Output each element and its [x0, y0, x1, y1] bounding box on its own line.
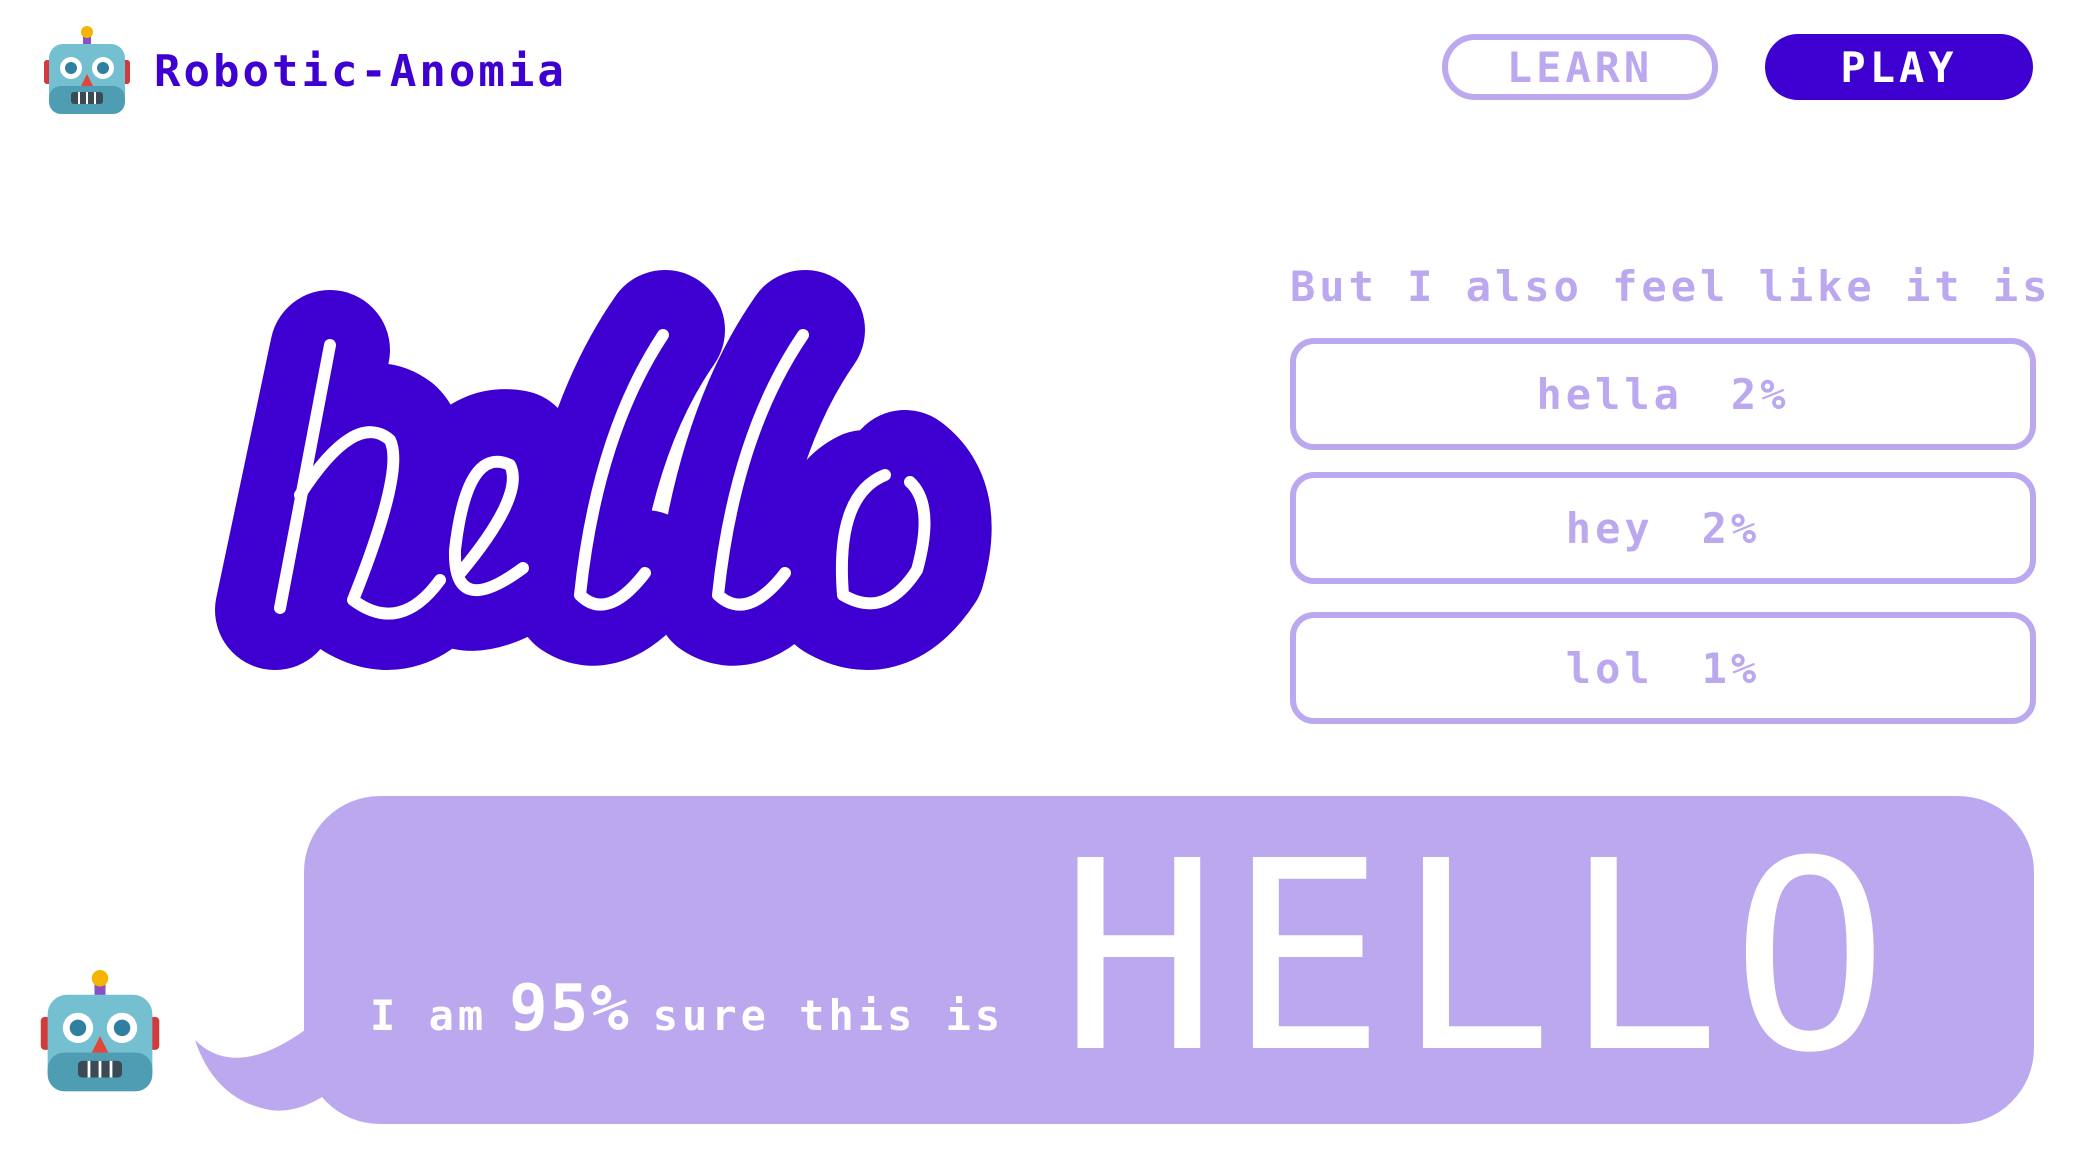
robot-icon	[40, 970, 160, 1092]
brand-title: Robotic-Anomia	[154, 45, 567, 97]
alternative-word: hella	[1536, 369, 1683, 419]
brand: Robotic-Anomia	[44, 26, 567, 116]
alternative-option-hey[interactable]: hey 2%	[1290, 472, 2036, 584]
prediction-sentence: I am 95% sure this is	[370, 972, 1004, 1046]
alternative-option-hella[interactable]: hella 2%	[1290, 338, 2036, 450]
alternatives-heading: But I also feel like it is	[1290, 262, 2052, 311]
robot-icon	[44, 26, 130, 114]
alternative-percent: 1%	[1701, 643, 1761, 693]
prediction-suffix: sure this is	[652, 991, 1005, 1040]
prediction-word: HELLO	[1060, 805, 1899, 1110]
prediction-percent: 95%	[509, 972, 631, 1046]
page: Robotic-Anomia LEARN PLAY But I also fee…	[0, 0, 2083, 1157]
alternative-percent: 2%	[1730, 369, 1790, 419]
handwriting-canvas[interactable]	[205, 270, 1125, 690]
prediction-prefix: I am	[370, 991, 488, 1040]
alternative-word: hey	[1565, 503, 1654, 553]
play-button[interactable]: PLAY	[1765, 34, 2033, 100]
alternative-percent: 2%	[1701, 503, 1761, 553]
alternative-option-lol[interactable]: lol 1%	[1290, 612, 2036, 724]
alternative-word: lol	[1565, 643, 1654, 693]
learn-button[interactable]: LEARN	[1442, 34, 1718, 100]
